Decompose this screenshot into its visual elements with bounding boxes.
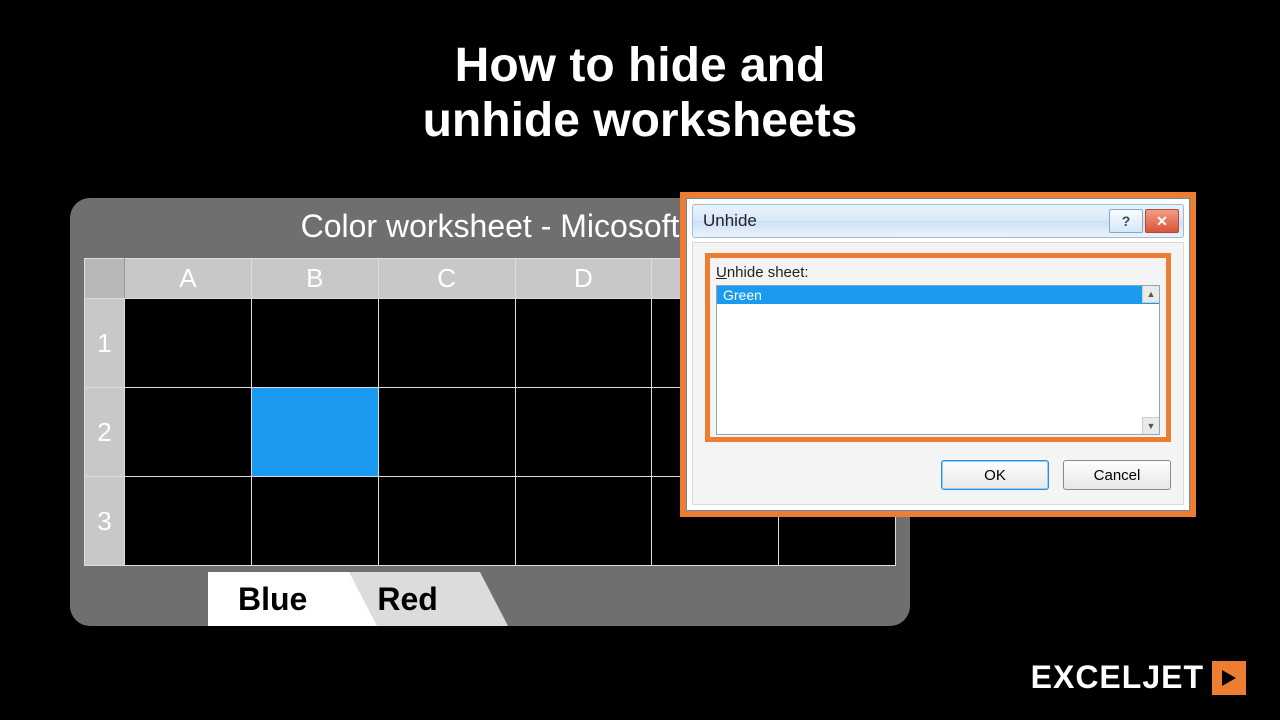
col-header-d[interactable]: D [515, 259, 652, 299]
col-header-b[interactable]: B [251, 259, 378, 299]
cell-d1[interactable] [515, 299, 652, 388]
dialog-button-row: OK Cancel [705, 456, 1171, 490]
unhide-sheet-listbox[interactable]: Green ▲ ▼ [716, 285, 1160, 435]
sheet-tab-label: Blue [238, 581, 307, 618]
close-button[interactable]: ✕ [1145, 209, 1179, 233]
title-line-2: unhide worksheets [423, 94, 858, 147]
title-line-1: How to hide and [455, 39, 826, 92]
cell-d3[interactable] [515, 477, 652, 566]
cell-c1[interactable] [378, 299, 515, 388]
select-all-corner[interactable] [85, 259, 125, 299]
help-button[interactable]: ? [1109, 209, 1143, 233]
row-header-1[interactable]: 1 [85, 299, 125, 388]
scroll-down-button[interactable]: ▼ [1142, 417, 1159, 434]
list-highlight-frame: Unhide sheet: Green ▲ ▼ [705, 253, 1171, 442]
dialog-title: Unhide [703, 211, 1107, 231]
cell-a3[interactable] [125, 477, 252, 566]
sheet-tab-strip: Blue Red [208, 572, 480, 626]
cell-a1[interactable] [125, 299, 252, 388]
dialog-body: Unhide sheet: Green ▲ ▼ OK Cancel [692, 242, 1184, 505]
brand-logo: EXCELJET [1031, 659, 1246, 696]
col-header-a[interactable]: A [125, 259, 252, 299]
cell-b1[interactable] [251, 299, 378, 388]
col-header-c[interactable]: C [378, 259, 515, 299]
cell-a2[interactable] [125, 388, 252, 477]
ok-button[interactable]: OK [941, 460, 1049, 490]
sheet-tab-label: Red [377, 581, 437, 618]
sheet-tab-blue[interactable]: Blue [208, 572, 349, 626]
list-item-green[interactable]: Green [717, 286, 1159, 304]
scroll-up-button[interactable]: ▲ [1142, 286, 1159, 303]
brand-name: EXCELJET [1031, 659, 1204, 696]
cell-b2-selected[interactable] [251, 388, 378, 477]
help-icon: ? [1122, 213, 1131, 229]
unhide-sheet-label: Unhide sheet: [716, 264, 1160, 281]
unhide-dialog: Unhide ? ✕ Unhide sheet: Green ▲ ▼ OK Ca… [686, 198, 1190, 511]
cancel-button[interactable]: Cancel [1063, 460, 1171, 490]
row-header-3[interactable]: 3 [85, 477, 125, 566]
row-header-2[interactable]: 2 [85, 388, 125, 477]
cell-c2[interactable] [378, 388, 515, 477]
cell-c3[interactable] [378, 477, 515, 566]
cell-b3[interactable] [251, 477, 378, 566]
close-icon: ✕ [1156, 213, 1168, 230]
brand-arrow-icon [1212, 661, 1246, 695]
cell-d2[interactable] [515, 388, 652, 477]
page-title: How to hide and unhide worksheets [0, 38, 1280, 148]
dialog-title-bar[interactable]: Unhide ? ✕ [692, 204, 1184, 238]
dialog-highlight-frame: Unhide ? ✕ Unhide sheet: Green ▲ ▼ OK Ca… [680, 192, 1196, 517]
